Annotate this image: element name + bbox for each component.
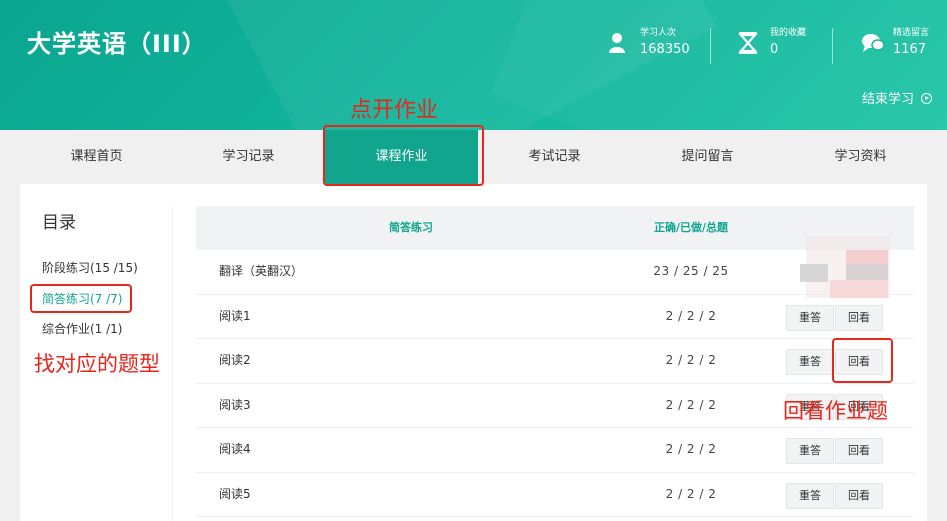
- row-score: 2 / 2 / 2: [665, 308, 717, 323]
- row-name: 翻译（英翻汉）: [219, 264, 304, 278]
- row-score: 2 / 2 / 2: [665, 486, 717, 501]
- row-name: 阅读4: [219, 442, 251, 456]
- tab-exam-records[interactable]: 考试记录: [478, 130, 631, 184]
- toc-item-comprehensive[interactable]: 综合作业(1 /1): [42, 320, 123, 337]
- table-row: 阅读5 2 / 2 / 2 重答 回看: [196, 473, 914, 517]
- stat-label: 精选留言: [893, 28, 930, 38]
- course-title: 大学英语（III）: [27, 30, 207, 58]
- annotation-review-homework: 回看作业题: [783, 399, 888, 423]
- stat-label: 我的收藏: [770, 28, 807, 38]
- tab-course-homework[interactable]: 课程作业: [325, 130, 478, 184]
- stat-value: 1167: [893, 42, 927, 57]
- tab-questions[interactable]: 提问留言: [631, 130, 784, 184]
- table-row: 阅读4 2 / 2 / 2 重答 回看: [196, 428, 914, 473]
- end-study-button[interactable]: 结束学习: [862, 88, 933, 107]
- redaction-pixel: [800, 264, 828, 282]
- course-nav: 课程首页 学习记录 课程作业 考试记录 提问留言 学习资料: [0, 130, 947, 184]
- toc-item-short-answer[interactable]: 简答练习(7 /7): [42, 290, 123, 307]
- tab-course-home[interactable]: 课程首页: [20, 130, 173, 184]
- tab-materials[interactable]: 学习资料: [784, 130, 937, 184]
- user-icon: [609, 33, 625, 53]
- stat-value: 168350: [640, 42, 690, 57]
- table-row: 阅读1 2 / 2 / 2 重答 回看: [196, 295, 914, 339]
- review-button[interactable]: 回看: [835, 438, 883, 464]
- row-name: 阅读5: [219, 486, 251, 501]
- stat-divider: [710, 28, 711, 64]
- review-button[interactable]: 回看: [835, 482, 883, 509]
- redo-button[interactable]: 重答: [786, 349, 834, 375]
- toc-item-stage-practice[interactable]: 阶段练习(15 /15): [42, 259, 138, 276]
- row-score: 23 / 25 / 25: [653, 264, 729, 278]
- stat-value: 0: [770, 42, 779, 57]
- row-score: 2 / 2 / 2: [665, 353, 717, 367]
- tab-study-records[interactable]: 学习记录: [172, 130, 325, 184]
- redaction-pixel: [846, 264, 888, 280]
- header-score: 正确/已做/总题: [653, 221, 729, 234]
- stat-label: 学习人次: [640, 28, 677, 38]
- annotation-open-homework: 点开作业: [350, 98, 439, 123]
- table-row: 阅读2 2 / 2 / 2 重答 回看: [196, 339, 914, 384]
- review-button[interactable]: 回看: [835, 304, 883, 331]
- annotation-find-type: 找对应的题型: [34, 352, 160, 376]
- play-circle-icon: [921, 93, 933, 104]
- course-header: 大学英语（III） 学习人次 168350 我的收藏 0 精选留言 1167 结…: [0, 0, 947, 130]
- header-name: 简答练习: [389, 221, 433, 234]
- hourglass-icon: [738, 32, 758, 54]
- redo-button[interactable]: 重答: [786, 482, 834, 509]
- stat-divider: [832, 28, 833, 64]
- review-button[interactable]: 回看: [835, 349, 883, 375]
- redaction-pixel: [830, 280, 888, 298]
- redo-button[interactable]: 重答: [786, 438, 834, 464]
- row-score: 2 / 2 / 2: [665, 397, 717, 412]
- row-name: 阅读1: [219, 308, 251, 323]
- row-name: 阅读2: [219, 353, 251, 367]
- row-score: 2 / 2 / 2: [665, 442, 717, 456]
- row-name: 阅读3: [219, 397, 251, 412]
- toc-title: 目录: [42, 213, 76, 233]
- redo-button[interactable]: 重答: [786, 304, 834, 331]
- end-study-label: 结束学习: [862, 92, 915, 107]
- chat-icon: [862, 34, 885, 52]
- toc-divider: [172, 206, 173, 521]
